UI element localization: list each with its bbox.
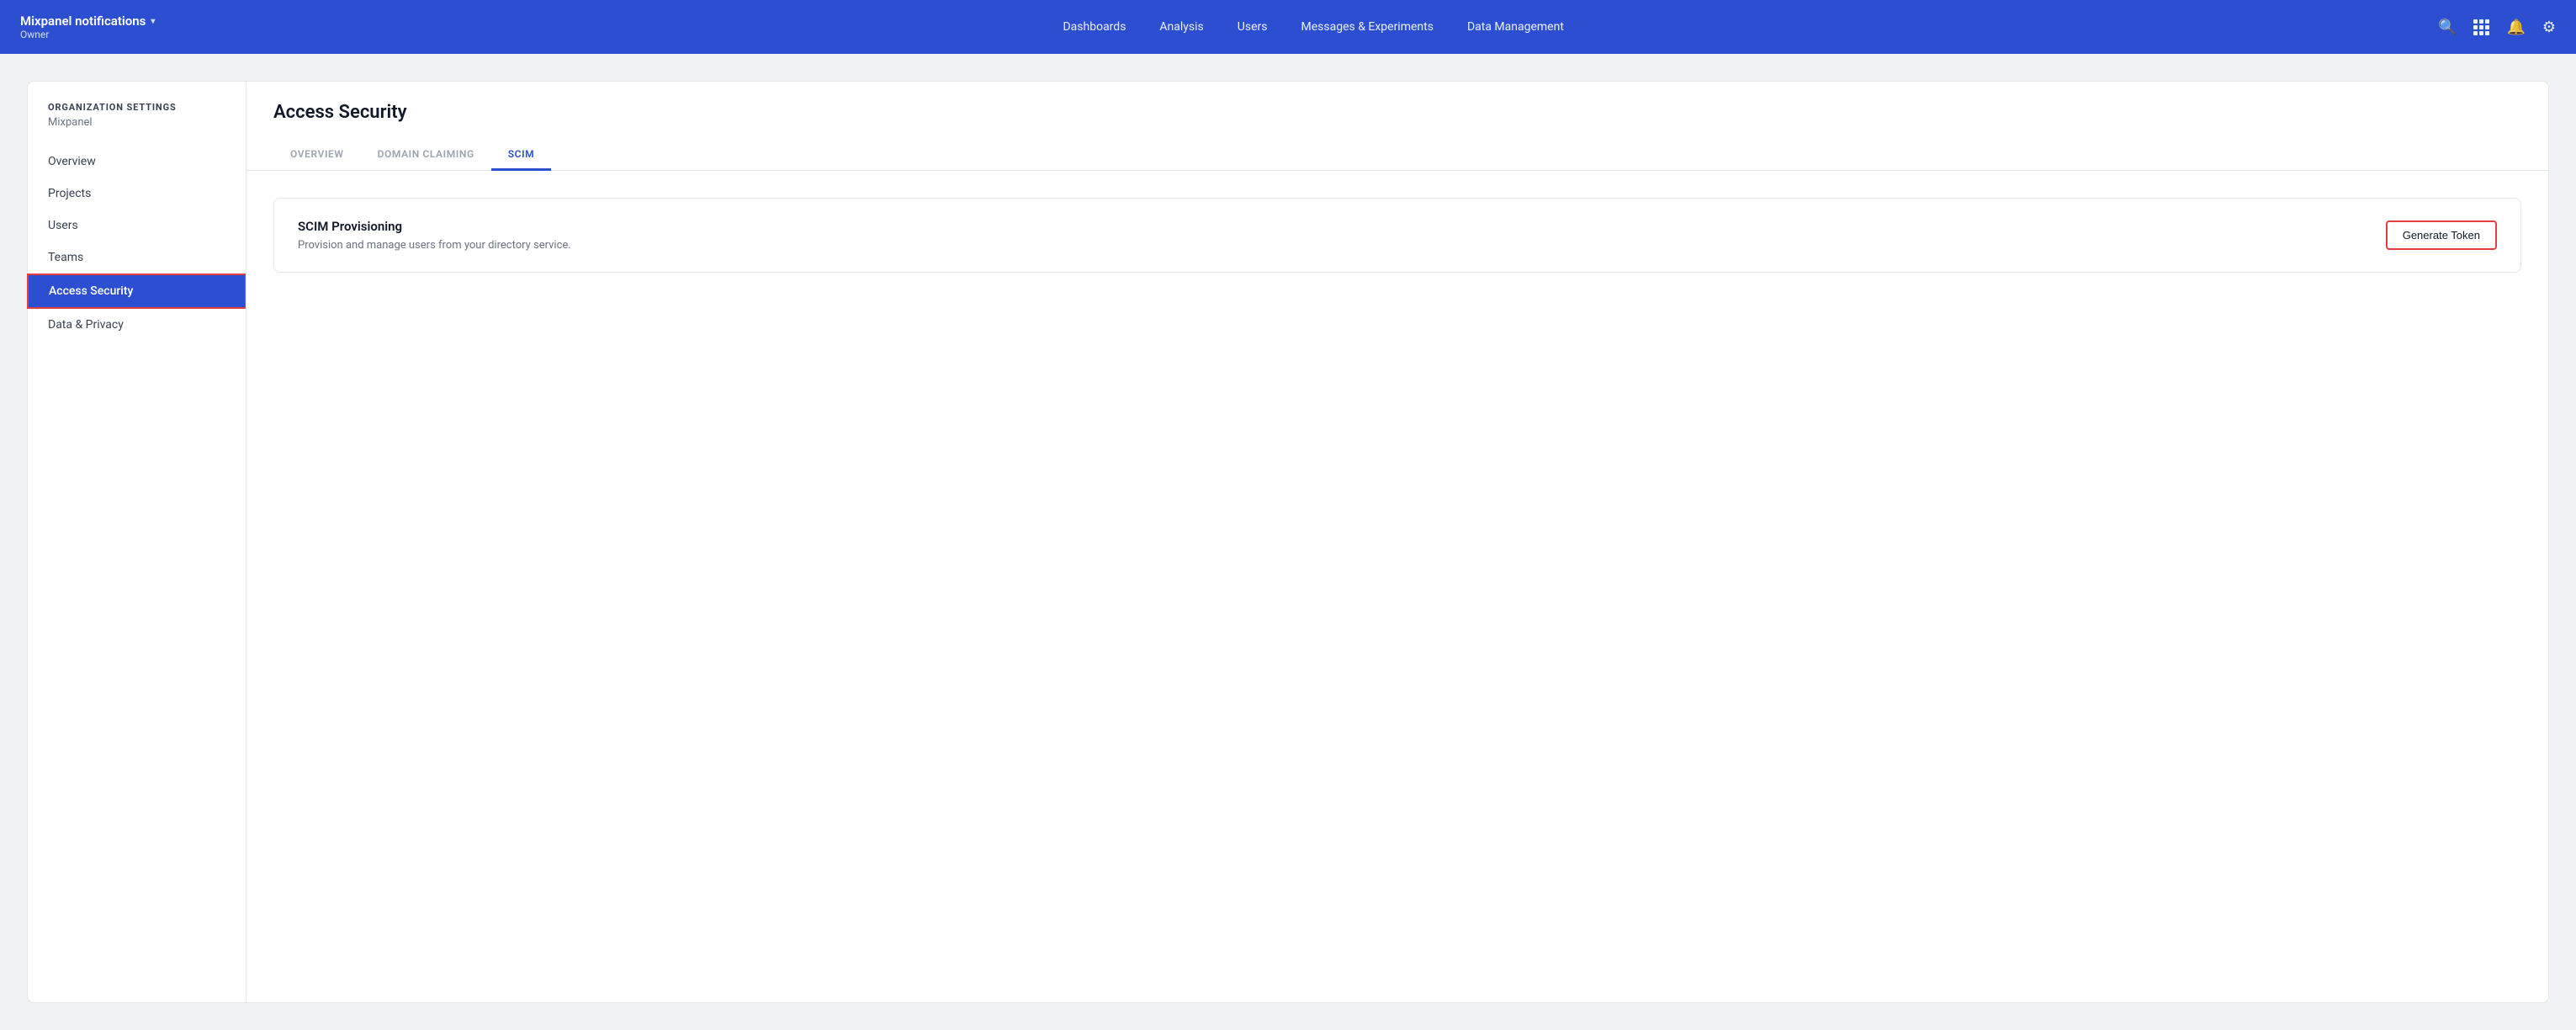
grid-icon[interactable] bbox=[2473, 19, 2489, 35]
generate-token-button[interactable]: Generate Token bbox=[2386, 220, 2497, 250]
nav-dashboards[interactable]: Dashboards bbox=[1063, 20, 1126, 34]
tab-domain-claiming[interactable]: DOMAIN CLAIMING bbox=[361, 140, 491, 171]
notifications-icon[interactable]: 🔔 bbox=[2506, 19, 2525, 36]
nav-users[interactable]: Users bbox=[1238, 20, 1268, 34]
scim-card-title: SCIM Provisioning bbox=[298, 219, 571, 234]
sidebar-item-users[interactable]: Users bbox=[28, 210, 246, 242]
tab-scim[interactable]: SCIM bbox=[491, 140, 552, 171]
nav-analysis[interactable]: Analysis bbox=[1159, 20, 1203, 34]
sidebar-item-projects[interactable]: Projects bbox=[28, 178, 246, 210]
sidebar-item-data-privacy[interactable]: Data & Privacy bbox=[28, 309, 246, 341]
nav-links: Dashboards Analysis Users Messages & Exp… bbox=[188, 20, 2438, 34]
sidebar-item-access-security[interactable]: Access Security bbox=[27, 273, 246, 309]
tabs: OVERVIEW DOMAIN CLAIMING SCIM bbox=[273, 140, 2521, 170]
main-layout: ORGANIZATION SETTINGS Mixpanel Overview … bbox=[0, 54, 2576, 1030]
brand-title: Mixpanel notifications ▾ bbox=[20, 13, 155, 29]
scim-card-description: Provision and manage users from your dir… bbox=[298, 239, 571, 252]
sidebar-item-teams[interactable]: Teams bbox=[28, 242, 246, 273]
brand-chevron-icon: ▾ bbox=[151, 17, 155, 26]
content-area: Access Security OVERVIEW DOMAIN CLAIMING… bbox=[246, 81, 2549, 1003]
sidebar-section-label: ORGANIZATION SETTINGS bbox=[28, 102, 246, 116]
nav-data-management[interactable]: Data Management bbox=[1467, 20, 1564, 34]
brand-logo[interactable]: Mixpanel notifications ▾ Owner bbox=[20, 13, 155, 40]
nav-messages[interactable]: Messages & Experiments bbox=[1301, 20, 1434, 34]
sidebar: ORGANIZATION SETTINGS Mixpanel Overview … bbox=[27, 81, 246, 1003]
tab-overview[interactable]: OVERVIEW bbox=[273, 140, 361, 171]
brand-subtitle: Owner bbox=[20, 29, 155, 40]
content-header: Access Security OVERVIEW DOMAIN CLAIMING… bbox=[246, 82, 2548, 171]
scim-card: SCIM Provisioning Provision and manage u… bbox=[273, 198, 2521, 273]
settings-icon[interactable]: ⚙ bbox=[2542, 19, 2556, 36]
sidebar-org-name: Mixpanel bbox=[28, 116, 246, 146]
topnav-actions: 🔍 🔔 ⚙ bbox=[2438, 19, 2556, 36]
top-navigation: Mixpanel notifications ▾ Owner Dashboard… bbox=[0, 0, 2576, 54]
sidebar-item-overview[interactable]: Overview bbox=[28, 146, 246, 178]
page-title: Access Security bbox=[273, 102, 2521, 123]
search-icon[interactable]: 🔍 bbox=[2438, 19, 2457, 36]
scim-card-info: SCIM Provisioning Provision and manage u… bbox=[298, 219, 571, 252]
content-body: SCIM Provisioning Provision and manage u… bbox=[246, 171, 2548, 1002]
